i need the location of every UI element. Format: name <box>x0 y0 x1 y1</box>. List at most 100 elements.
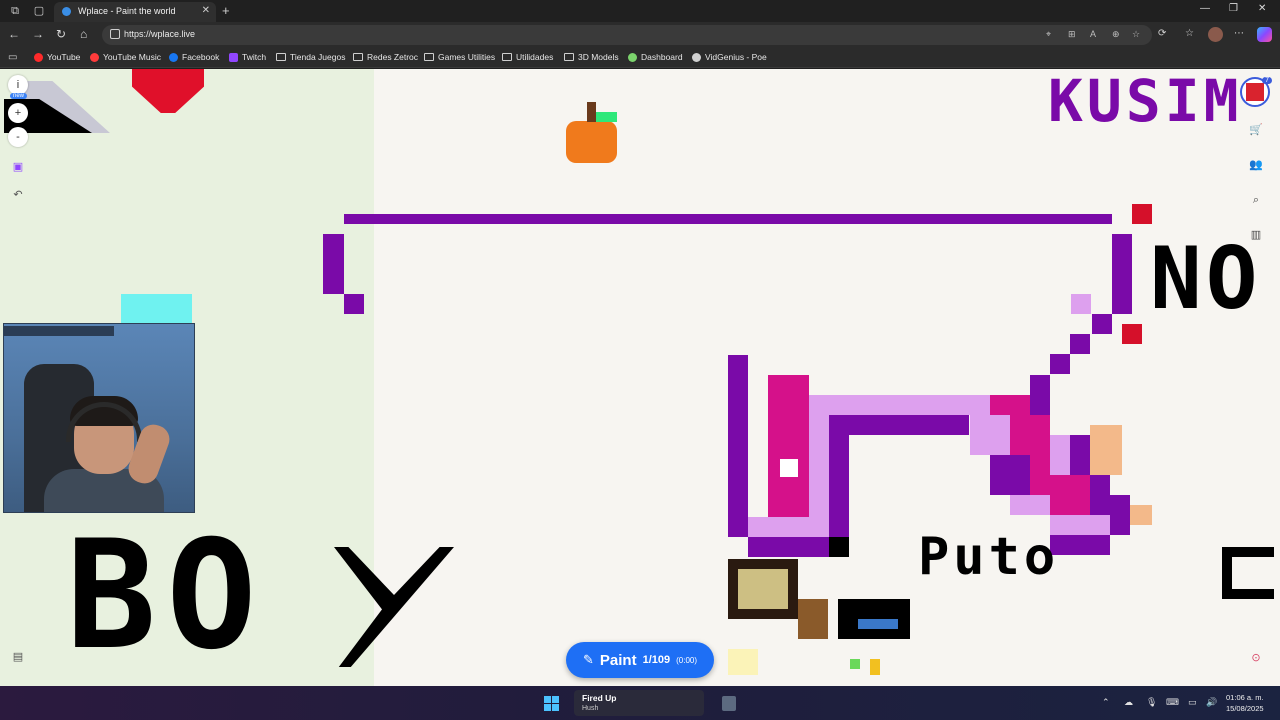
start-button[interactable] <box>544 696 559 711</box>
pixel-art-frame-left-corner <box>344 294 364 314</box>
pixel-art-frame-step <box>1070 334 1090 354</box>
favorites-icon[interactable]: ☆ <box>1185 28 1194 39</box>
app-available-icon[interactable]: ⊞ <box>1068 29 1076 40</box>
dashboard-icon <box>628 52 637 62</box>
profile-avatar[interactable] <box>1208 27 1223 42</box>
pixel-art-diagonal <box>990 455 1030 495</box>
pixel-art-shape-top <box>809 395 1009 415</box>
pixel-art-red-dot <box>1122 324 1142 344</box>
address-toolbar: ← → ↻ ⌂ https://wplace.live ⌖ ⊞ A ⊕ ☆ ⟳ … <box>0 22 1280 48</box>
calculator-app-icon[interactable] <box>722 696 736 711</box>
alliance-users-icon[interactable]: 👥 <box>1245 154 1267 176</box>
system-clock[interactable]: 01:06 a. m. 15/08/2025 <box>1226 692 1264 714</box>
keyboard-icon[interactable]: ⌨ <box>1166 697 1179 708</box>
bookmark-utilidades[interactable]: Utilidades <box>502 52 553 62</box>
twitch-icon[interactable]: ▣ <box>8 157 28 177</box>
close-tab-icon[interactable]: ✕ <box>202 5 210 16</box>
new-tab-button[interactable]: + <box>222 3 230 18</box>
bookmark-tienda-juegos[interactable]: Tienda Juegos <box>276 52 345 62</box>
favorite-star-icon[interactable]: ☆ <box>1132 29 1140 40</box>
media-widget[interactable]: Fired Up Hush <box>574 690 704 716</box>
zoom-in-button[interactable]: + <box>8 103 28 123</box>
pixel-art-diagonal <box>1030 375 1050 415</box>
youtube-music-icon <box>90 52 99 62</box>
windows-taskbar: Fired Up Hush ⌃ ☁ 🎙 ⌨ ▭ 🔊 01:06 a. m. 15… <box>0 686 1280 720</box>
collections-icon[interactable]: ▭ <box>8 52 17 63</box>
media-title: Fired Up <box>582 693 617 703</box>
volume-icon[interactable]: 🔊 <box>1206 697 1217 708</box>
pixel-art-white-dot <box>780 459 798 477</box>
minimize-button[interactable]: — <box>1200 3 1210 14</box>
pixel-art-black-dot <box>829 537 849 557</box>
pixel-art-stem <box>587 102 596 122</box>
back-button[interactable]: ← <box>8 27 20 41</box>
read-aloud-icon[interactable]: A <box>1090 29 1096 39</box>
tray-chevron-icon[interactable]: ⌃ <box>1102 697 1110 708</box>
bookmark-3d-models[interactable]: 3D Models <box>564 52 619 62</box>
bookmark-facebook[interactable]: Facebook <box>169 52 219 62</box>
location-icon[interactable]: ⌖ <box>1046 29 1051 40</box>
url-bar[interactable]: https://wplace.live ⌖ ⊞ A ⊕ ☆ <box>102 25 1152 45</box>
pixel-art-shape-left <box>728 355 748 537</box>
pixel-art-diagonal <box>1010 495 1050 515</box>
pixel-art-shape-inner <box>829 415 849 557</box>
pixel-art-orange <box>566 121 617 163</box>
pixel-art-cyan <box>121 294 192 324</box>
forward-button[interactable]: → <box>32 27 44 41</box>
level-badge: 7 <box>1262 77 1272 84</box>
refresh-button[interactable]: ↻ <box>56 27 66 41</box>
media-artist: Hush <box>582 705 599 712</box>
tab-wplace[interactable]: Wplace - Paint the world ✕ <box>54 2 216 22</box>
pixel-art-yellow <box>728 649 758 675</box>
pixel-art-leaf <box>596 112 617 122</box>
poe-icon <box>692 52 701 62</box>
folder-icon <box>424 53 434 61</box>
folder-icon <box>353 53 363 61</box>
bookmark-youtube[interactable]: YouTube <box>34 52 80 62</box>
info-button[interactable]: i <box>8 75 28 95</box>
layers-icon[interactable]: ▤ <box>8 647 28 667</box>
leaderboard-icon[interactable]: ▥ <box>1245 224 1267 246</box>
bookmark-redes-zetroc[interactable]: Redes Zetroc <box>353 52 418 62</box>
close-window-button[interactable]: ✕ <box>1258 3 1266 14</box>
bookmark-vidgenius[interactable]: VidGenius - Poe <box>692 52 767 62</box>
workspaces-icon[interactable]: ⧉ <box>8 4 22 18</box>
microphone-icon[interactable]: 🎙 <box>1146 697 1157 708</box>
display-icon[interactable]: ▭ <box>1188 697 1197 708</box>
onedrive-icon[interactable]: ☁ <box>1124 697 1133 708</box>
home-button[interactable]: ⌂ <box>80 27 87 41</box>
tab-actions-icon[interactable]: ▢ <box>32 4 46 18</box>
zoom-out-button[interactable]: - <box>8 127 28 147</box>
paint-charges: 1/109 <box>642 654 671 666</box>
pixel-art-lilac-dot <box>1071 294 1091 314</box>
search-location-icon[interactable]: ⌕ <box>1245 189 1267 211</box>
pixel-art-shape-top-inner <box>849 415 969 435</box>
store-cart-icon[interactable]: 🛒 <box>1245 119 1267 141</box>
my-location-icon[interactable]: ⊙ <box>1245 647 1267 669</box>
url-text: https://wplace.live <box>124 29 196 39</box>
copilot-icon[interactable] <box>1257 27 1272 42</box>
avatar-pixel-icon <box>1246 83 1264 101</box>
pixel-art-diagonal <box>1090 475 1110 515</box>
extensions-icon[interactable]: ⟳ <box>1158 28 1166 39</box>
zoom-icon[interactable]: ⊕ <box>1112 29 1120 40</box>
bookmark-youtube-music[interactable]: YouTube Music <box>90 52 161 62</box>
bookmark-twitch[interactable]: Twitch <box>229 52 266 62</box>
pixel-art-diagonal <box>1070 435 1090 475</box>
wplace-favicon-icon <box>62 7 71 16</box>
undo-icon[interactable]: ↶ <box>8 185 28 205</box>
paint-button[interactable]: ✎ Paint 1/109 (0:00) <box>566 642 714 678</box>
pixel-art-c-shape <box>1222 547 1274 599</box>
profile-avatar-button[interactable]: 7 <box>1240 77 1272 107</box>
bookmark-dashboard[interactable]: Dashboard <box>628 52 683 62</box>
site-info-icon[interactable] <box>110 29 120 39</box>
pixel-art-character-face <box>738 569 788 609</box>
pixel-canvas[interactable]: KUSIM NO Puto BO i new + - ▣ ↶ ▤ 7 🛒 👥 ⌕… <box>0 69 1280 686</box>
bookmark-games-utilities[interactable]: Games Utilities <box>424 52 495 62</box>
restore-button[interactable]: ❐ <box>1229 3 1238 14</box>
pixel-art-peach <box>1130 505 1152 525</box>
pixel-art-peach <box>1090 425 1122 475</box>
more-menu-icon[interactable]: ⋯ <box>1234 28 1244 39</box>
pixel-art-red-dot <box>1132 204 1152 224</box>
clock-time: 01:06 a. m. <box>1226 693 1264 702</box>
